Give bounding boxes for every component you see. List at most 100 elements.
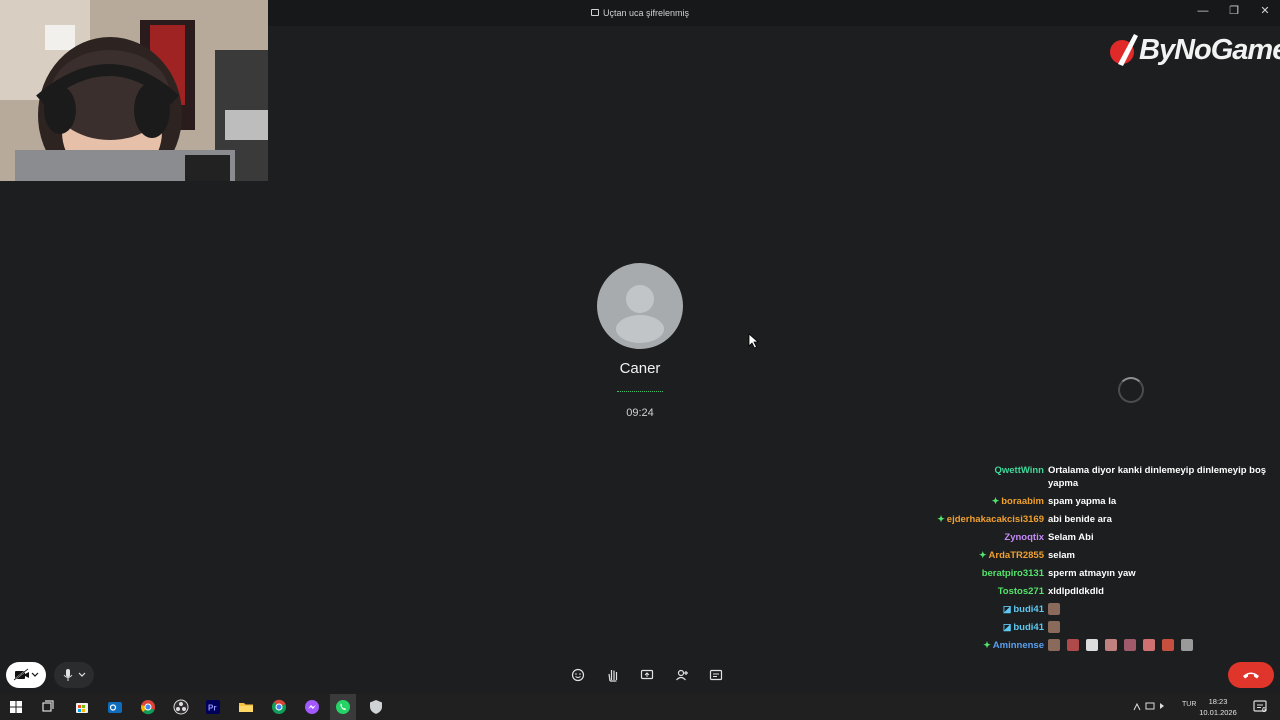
chat-username[interactable]: ✦ ejderhakacakcisi3169	[900, 513, 1048, 526]
chat-username-text: Tostos271	[997, 586, 1044, 597]
chat-emote-icon	[1181, 639, 1193, 652]
chat-username[interactable]: ✦ ArdaTR2855	[900, 549, 1048, 562]
task-view-icon[interactable]	[40, 699, 56, 715]
chat-username[interactable]: ✦ boraabim	[900, 495, 1048, 508]
chat-emote-icon	[1162, 639, 1174, 652]
taskbar-clock[interactable]: 18:23 10.01.2026	[1196, 696, 1240, 718]
app-shield-icon[interactable]	[368, 699, 384, 715]
chat-message: Zynoqtix Selam Abi	[900, 531, 1272, 544]
emoji-reaction-button[interactable]	[569, 666, 587, 684]
clock-time: 18:23	[1208, 697, 1228, 706]
clock-date: 10.01.2026	[1199, 708, 1237, 717]
chat-message-text	[1048, 603, 1272, 616]
encryption-text: Uçtan uca şifrelenmiş	[602, 8, 690, 18]
notification-count: 6	[1262, 707, 1266, 714]
system-tray-icons[interactable]	[1132, 700, 1172, 712]
chat-message: ✦ Aminnense	[900, 639, 1272, 652]
contact-avatar	[597, 263, 683, 349]
chat-username-text: boraabim	[1001, 496, 1044, 507]
chat-username[interactable]: ◪ budi41	[900, 603, 1048, 616]
chat-username-text: budi41	[1013, 604, 1044, 615]
bynogame-logo-text: ByNoGame	[1139, 34, 1280, 66]
bynogame-logo-mark	[1110, 34, 1138, 66]
chat-emote-icon	[1086, 639, 1098, 652]
loading-spinner-icon	[1118, 377, 1144, 403]
file-explorer-icon[interactable]	[238, 699, 254, 715]
chat-username-text: Zynoqtix	[1004, 532, 1044, 543]
chat-emote-icon	[1067, 639, 1079, 652]
svg-text:Pr: Pr	[208, 704, 216, 713]
chat-username[interactable]: Zynoqtix	[900, 531, 1048, 544]
call-controls-bar	[0, 656, 1280, 694]
obs-icon[interactable]	[173, 699, 189, 715]
chat-emote-icon	[1124, 639, 1136, 652]
chat-username[interactable]: Tostos271	[900, 585, 1048, 598]
chrome-icon[interactable]	[140, 699, 156, 715]
share-screen-icon	[640, 669, 654, 680]
chat-username-text: budi41	[1013, 622, 1044, 633]
chat-emote-icon	[1143, 639, 1155, 652]
chat-badge-icon: ◪	[1002, 604, 1012, 614]
chat-username[interactable]: ◪ budi41	[900, 621, 1048, 634]
chat-emote-icon	[1048, 603, 1060, 616]
call-timer: 09:24	[626, 407, 654, 419]
windows-start-icon[interactable]	[8, 699, 24, 715]
add-participant-button[interactable]	[673, 666, 691, 684]
captions-icon	[709, 669, 723, 681]
chat-message-text: abi benide ara	[1048, 514, 1112, 525]
chat-message: beratpiro3131 sperm atmayın yaw	[900, 567, 1272, 580]
chat-username[interactable]: beratpiro3131	[900, 567, 1048, 580]
chat-username[interactable]: ✦ Aminnense	[900, 639, 1048, 652]
camera-toggle-button[interactable]	[6, 662, 46, 688]
default-avatar-icon	[616, 285, 664, 343]
language-indicator[interactable]: TUR	[1182, 701, 1196, 708]
chrome-profile-icon[interactable]	[271, 699, 287, 715]
chat-badge-icon: ✦	[983, 640, 991, 650]
chat-username[interactable]: QwettWinn	[900, 464, 1048, 477]
chat-message: ◪ budi41	[900, 621, 1272, 634]
chat-username-text: beratpiro3131	[981, 568, 1044, 579]
maximize-button[interactable]: ❐	[1225, 4, 1243, 18]
chat-message: ✦ ejderhakacakcisi3169 abi benide ara	[900, 513, 1272, 526]
chat-emote-icon	[1048, 639, 1060, 652]
chat-message-text: sperm atmayın yaw	[1048, 568, 1136, 579]
chat-message: ◪ budi41	[900, 603, 1272, 616]
chat-message-text	[1048, 621, 1272, 634]
chat-message: QwettWinn Ortalama diyor kanki dinlemeyip…	[900, 464, 1272, 490]
whatsapp-icon[interactable]	[335, 699, 351, 715]
premiere-pro-icon[interactable]: Pr	[205, 699, 221, 715]
minimize-button[interactable]: —	[1194, 4, 1212, 18]
chat-message: ✦ ArdaTR2855 selam	[900, 549, 1272, 562]
microphone-icon	[63, 669, 86, 681]
chat-badge-icon: ✦	[991, 496, 1000, 506]
chat-message: ✦ boraabim spam yapma la	[900, 495, 1272, 508]
camera-off-icon	[13, 668, 39, 681]
raise-hand-button[interactable]	[604, 666, 622, 684]
chat-emote-icon	[1048, 621, 1060, 634]
chat-username-text: Aminnense	[992, 640, 1044, 651]
outlook-icon[interactable]	[107, 699, 123, 715]
add-person-icon	[676, 669, 688, 681]
chat-message-text: selam	[1048, 550, 1075, 561]
chat-badge-icon: ✦	[937, 514, 945, 524]
lock-icon	[590, 9, 599, 16]
chat-badge-icon: ◪	[1002, 622, 1012, 632]
hang-up-icon	[1243, 672, 1259, 679]
chat-username-text: ArdaTR2855	[988, 550, 1044, 561]
caller-name: Caner	[619, 360, 661, 377]
chat-username-text: QwettWinn	[994, 465, 1044, 476]
messenger-icon[interactable]	[304, 699, 320, 715]
more-options-button[interactable]	[707, 666, 725, 684]
microphone-button[interactable]	[54, 662, 94, 688]
share-screen-button[interactable]	[638, 666, 656, 684]
windows-taskbar: Pr TUR 18:23 10.01.2026 6	[0, 694, 1280, 720]
webcam-image	[0, 0, 268, 181]
chat-message-text	[1048, 639, 1272, 652]
mouse-cursor-icon	[748, 333, 760, 349]
close-button[interactable]: ✕	[1256, 4, 1274, 18]
store-icon[interactable]	[74, 699, 90, 715]
chat-badge-icon: ✦	[979, 550, 987, 560]
raise-hand-icon	[608, 670, 618, 682]
end-call-button[interactable]	[1228, 662, 1274, 688]
webcam-overlay	[0, 0, 268, 181]
